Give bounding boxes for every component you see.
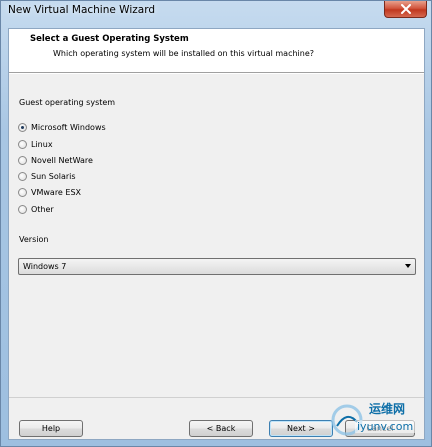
wizard-window: New Virtual Machine Wizard Select a Gues… xyxy=(0,0,432,447)
radio-sun-solaris[interactable]: Sun Solaris xyxy=(18,170,76,182)
radio-vmware-esx[interactable]: VMware ESX xyxy=(18,186,81,198)
version-select-value: Windows 7 xyxy=(23,262,67,271)
radio-button[interactable] xyxy=(18,122,27,132)
radio-label: VMware ESX xyxy=(31,187,82,197)
version-select[interactable]: Windows 7 xyxy=(18,258,416,275)
radio-button[interactable] xyxy=(18,187,27,197)
wizard-client-area: Select a Guest Operating System Which op… xyxy=(8,28,425,440)
radio-button[interactable] xyxy=(18,139,27,149)
radio-label: Microsoft Windows xyxy=(31,122,106,132)
close-icon xyxy=(400,4,411,14)
radio-label: Sun Solaris xyxy=(31,171,76,181)
next-button[interactable]: Next > xyxy=(269,420,333,437)
watermark-text-cn: 运维网 xyxy=(369,402,406,416)
header-divider xyxy=(9,73,424,74)
radio-microsoft-windows[interactable]: Microsoft Windows xyxy=(18,121,106,133)
wizard-header: Select a Guest Operating System Which op… xyxy=(9,29,424,73)
radio-novell-netware[interactable]: Novell NetWare xyxy=(18,154,93,166)
back-button[interactable]: < Back xyxy=(189,420,253,437)
site-watermark: 运维网 iyunv.com xyxy=(329,398,431,444)
page-subtitle: Which operating system will be installed… xyxy=(53,49,314,58)
version-label: Version xyxy=(19,235,49,244)
help-button[interactable]: Help xyxy=(19,420,83,437)
watermark-text-domain: iyunv.com xyxy=(355,420,416,433)
radio-button[interactable] xyxy=(18,155,27,165)
guest-os-label: Guest operating system xyxy=(19,98,116,107)
chevron-down-icon[interactable] xyxy=(405,264,411,268)
radio-other[interactable]: Other xyxy=(18,203,54,215)
radio-label: Linux xyxy=(31,139,53,149)
title-bar[interactable]: New Virtual Machine Wizard xyxy=(1,1,431,20)
page-title: Select a Guest Operating System xyxy=(30,34,189,44)
radio-button[interactable] xyxy=(18,204,27,214)
radio-label: Novell NetWare xyxy=(31,155,93,165)
window-title: New Virtual Machine Wizard xyxy=(8,4,155,16)
radio-linux[interactable]: Linux xyxy=(18,138,53,150)
radio-label: Other xyxy=(31,204,54,214)
close-button[interactable] xyxy=(384,1,427,18)
radio-button[interactable] xyxy=(18,171,27,181)
